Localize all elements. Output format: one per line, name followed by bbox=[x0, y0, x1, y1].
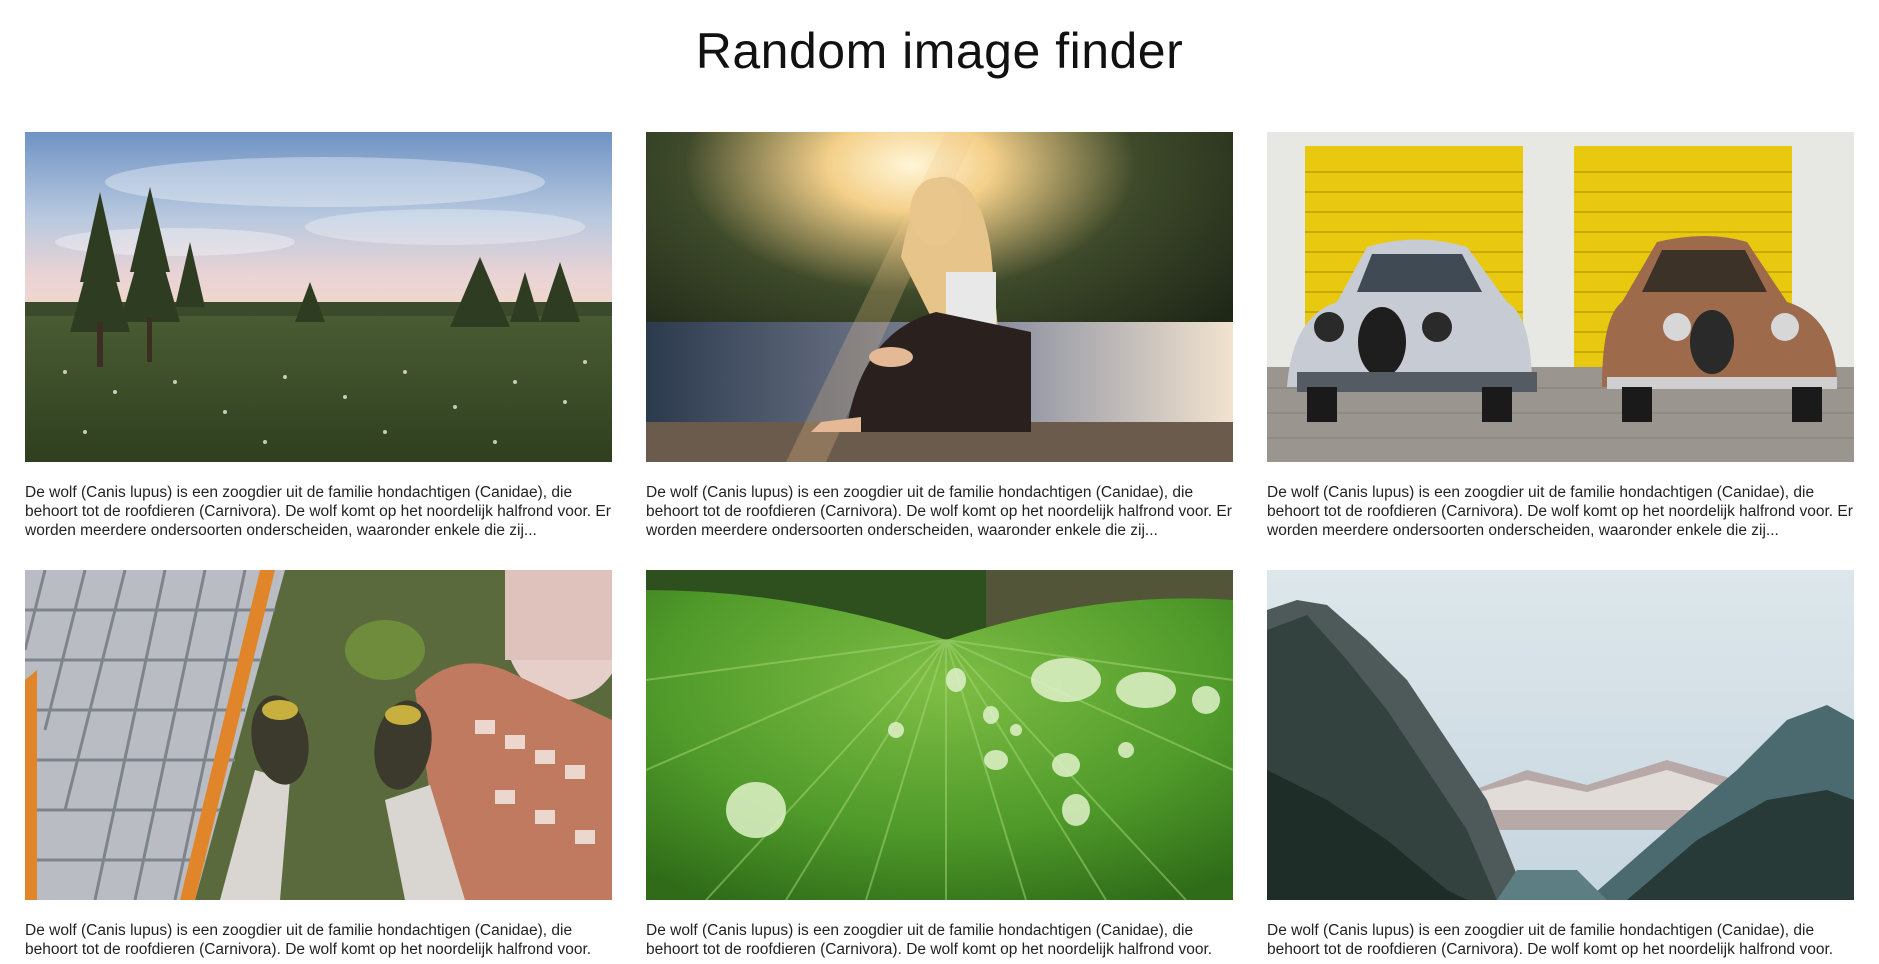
image-card[interactable]: De wolf (Canis lupus) is een zoogdier ui… bbox=[1267, 570, 1854, 964]
card-image-green-leaf[interactable] bbox=[646, 570, 1233, 900]
card-description: De wolf (Canis lupus) is een zoogdier ui… bbox=[1267, 484, 1853, 539]
image-grid: De wolf (Canis lupus) is een zoogdier ui… bbox=[25, 132, 1854, 964]
card-image-woman-sunset[interactable] bbox=[646, 132, 1233, 462]
image-card[interactable]: De wolf (Canis lupus) is een zoogdier ui… bbox=[25, 570, 612, 964]
card-description: De wolf (Canis lupus) is een zoogdier ui… bbox=[25, 922, 592, 958]
image-card[interactable]: De wolf (Canis lupus) is een zoogdier ui… bbox=[1267, 132, 1854, 540]
card-image-vintage-cars[interactable] bbox=[1267, 132, 1854, 462]
image-card[interactable]: De wolf (Canis lupus) is een zoogdier ui… bbox=[646, 570, 1233, 964]
card-image-city-feet[interactable] bbox=[25, 570, 612, 900]
card-image-mountain-valley[interactable] bbox=[1267, 570, 1854, 900]
image-card[interactable]: De wolf (Canis lupus) is een zoogdier ui… bbox=[646, 132, 1233, 540]
card-description: De wolf (Canis lupus) is een zoogdier ui… bbox=[1267, 922, 1834, 958]
image-card[interactable]: De wolf (Canis lupus) is een zoogdier ui… bbox=[25, 132, 612, 540]
card-description: De wolf (Canis lupus) is een zoogdier ui… bbox=[646, 922, 1213, 958]
card-description: De wolf (Canis lupus) is een zoogdier ui… bbox=[25, 484, 611, 539]
card-image-meadow[interactable] bbox=[25, 132, 612, 462]
page-title: Random image finder bbox=[695, 23, 1184, 79]
page: Random image finder De wolf (Canis lupus… bbox=[0, 0, 1879, 964]
card-description: De wolf (Canis lupus) is een zoogdier ui… bbox=[646, 484, 1232, 539]
